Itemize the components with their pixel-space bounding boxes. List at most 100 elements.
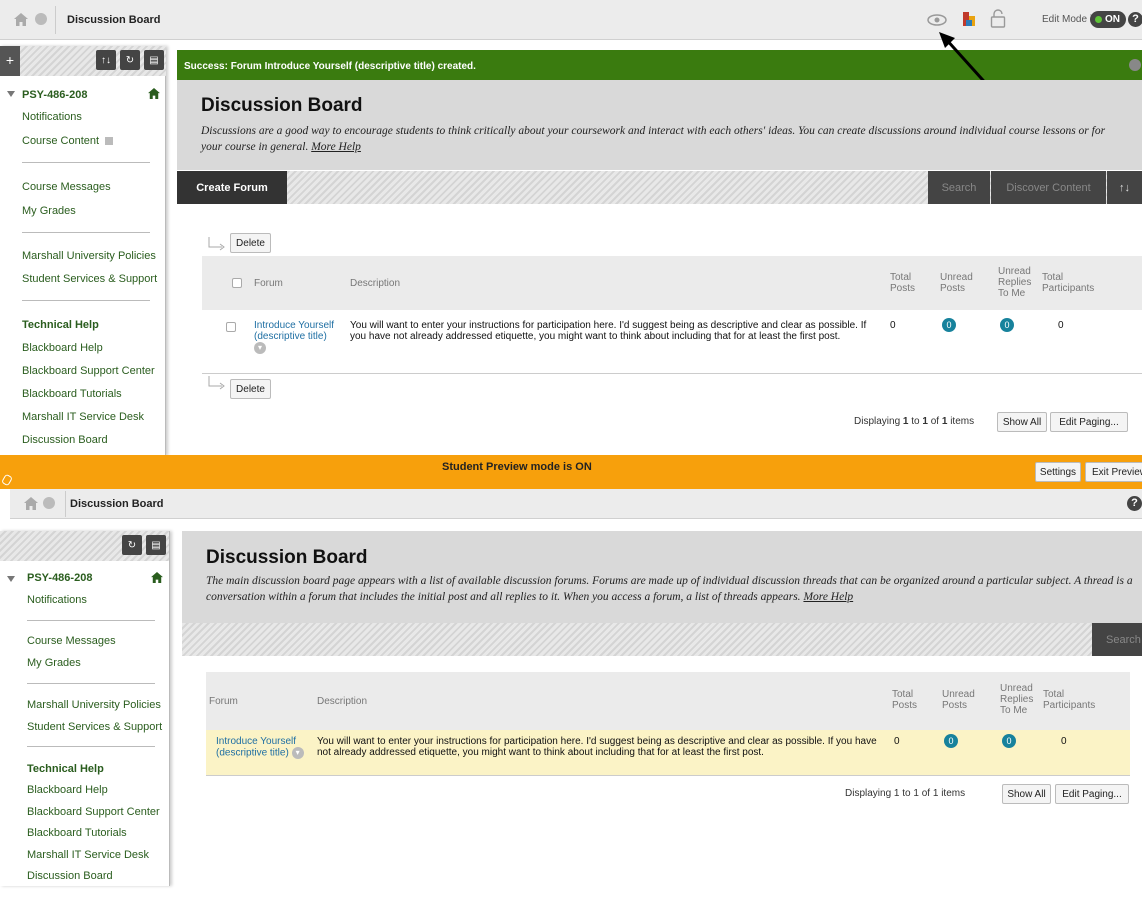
sidebar-item-notifications[interactable]: Notifications [22,111,82,123]
more-help-link[interactable]: More Help [803,591,853,603]
refresh-icon[interactable]: ↻ [122,535,142,555]
exit-preview-button[interactable]: Exit Preview [1085,462,1142,482]
sidebar-item-support-center[interactable]: Blackboard Support Center [22,365,155,377]
preview-settings-button[interactable]: Settings [1035,462,1081,482]
unread-replies-badge[interactable]: 0 [1000,318,1014,332]
sidebar-item-blackboard-help[interactable]: Blackboard Help [27,784,108,796]
content-folder-icon [105,137,114,146]
unread-replies-badge[interactable]: 0 [1002,734,1016,748]
sidebar-item-discussion-board[interactable]: Discussion Board [22,434,108,446]
row-checkbox[interactable] [226,322,236,332]
sidebar-item-tutorials[interactable]: Blackboard Tutorials [22,388,122,400]
sidebar-item-student-services[interactable]: Student Services & Support [22,273,157,285]
sidebar-item-notifications[interactable]: Notifications [27,594,87,606]
home-icon[interactable] [14,13,28,26]
paging-total: 1 [941,416,948,427]
edit-paging-button[interactable]: Edit Paging... [1050,412,1128,432]
forum-link[interactable]: Introduce Yourself (descriptive title) ▾ [216,736,311,759]
discover-content-button[interactable]: Discover Content [991,171,1106,204]
show-all-button[interactable]: Show All [997,412,1047,432]
sidebar-item-discussion-board[interactable]: Discussion Board [27,870,113,882]
help-icon[interactable]: ? [1128,12,1142,27]
sidebar-divider [27,683,155,684]
col-total-posts[interactable]: Total Posts [892,689,922,711]
sort-columns-icon[interactable]: ↑↓ [1107,171,1142,204]
sidebar-item-my-grades[interactable]: My Grades [27,657,81,669]
sidebar-item-university-policies[interactable]: Marshall University Policies [27,699,161,711]
edit-paging-button[interactable]: Edit Paging... [1055,784,1129,804]
col-description[interactable]: Description [317,696,367,707]
sidebar-item-it-service-desk[interactable]: Marshall IT Service Desk [27,849,149,861]
collapse-triangle-icon[interactable] [7,576,15,582]
paging-status: Displaying 1 to 1 of 1 items [854,416,974,427]
toggle-dot-icon [1095,16,1102,23]
col-unread-replies[interactable]: Unread Replies To Me [998,266,1034,299]
col-unread-posts[interactable]: Unread Posts [940,272,976,294]
col-unread-posts[interactable]: Unread Posts [942,689,978,711]
refresh-icon[interactable]: ↻ [120,50,140,70]
chevron-down-icon[interactable] [35,13,47,25]
course-menu-sidebar: + ↑↓ ↻ ▤ PSY-486-208 Notifications Cours… [0,46,166,456]
student-course-menu-sidebar: ↻ ▤ PSY-486-208 Notifications Course Mes… [0,531,170,886]
preview-banner-text: Student Preview mode is ON [442,461,592,473]
sidebar-item-my-grades[interactable]: My Grades [22,205,76,217]
folder-view-icon[interactable]: ▤ [144,50,164,70]
chevron-down-icon[interactable] [43,497,55,509]
col-forum[interactable]: Forum [209,696,238,707]
show-all-button[interactable]: Show All [1002,784,1051,804]
sidebar-item-course-content[interactable]: Course Content [22,135,114,147]
sidebar-item-it-service-desk[interactable]: Marshall IT Service Desk [22,411,144,423]
sidebar-item-university-policies[interactable]: Marshall University Policies [22,250,156,262]
total-participants-value: 0 [1058,320,1064,331]
edit-mode-toggle[interactable]: ON [1090,11,1126,28]
col-description[interactable]: Description [350,278,400,289]
sidebar-item-course-messages[interactable]: Course Messages [22,181,111,193]
search-button[interactable]: Search [1092,623,1142,656]
sort-icon[interactable]: ↑↓ [96,50,116,70]
col-unread-replies[interactable]: Unread Replies To Me [1000,683,1036,716]
home-icon[interactable] [24,497,38,513]
unread-posts-badge[interactable]: 0 [944,734,958,748]
select-all-checkbox[interactable] [232,278,242,288]
chevron-down-icon[interactable]: ▾ [254,342,266,354]
col-forum[interactable]: Forum [254,278,283,289]
course-home-icon[interactable] [148,88,160,102]
paging-suffix: items [950,416,975,427]
student-preview-icon[interactable] [926,12,948,28]
sidebar-divider [22,162,150,163]
paging-to-word: to [902,788,911,799]
col-total-posts[interactable]: Total Posts [890,272,920,294]
more-help-link[interactable]: More Help [311,141,361,153]
description-text: The main discussion board page appears w… [206,575,1133,603]
folder-view-icon[interactable]: ▤ [146,535,166,555]
create-forum-button[interactable]: Create Forum [177,171,287,204]
sidebar-item-course-messages[interactable]: Course Messages [27,635,116,647]
sidebar-item-tutorials[interactable]: Blackboard Tutorials [27,827,127,839]
sidebar-item-student-services[interactable]: Student Services & Support [27,721,162,733]
unread-posts-badge[interactable]: 0 [942,318,956,332]
col-total-participants[interactable]: Total Participants [1042,272,1104,294]
sidebar-item-support-center[interactable]: Blackboard Support Center [27,806,160,818]
success-message: Success: Forum Introduce Yourself (descr… [177,50,1142,80]
close-message-icon[interactable] [1129,59,1141,71]
forum-link[interactable]: Introduce Yourself (descriptive title) ▾ [254,320,344,354]
breadcrumb-current: Discussion Board [70,498,164,510]
help-icon[interactable]: ? [1127,496,1142,511]
delete-button-bottom[interactable]: Delete [230,379,271,399]
collapse-triangle-icon[interactable] [7,91,15,97]
course-home-icon[interactable] [151,572,163,586]
sidebar-item-blackboard-help[interactable]: Blackboard Help [22,342,103,354]
paging-of-word: of [921,788,931,799]
add-menu-item-icon[interactable]: + [0,46,20,76]
lock-icon[interactable] [990,9,1006,28]
search-button[interactable]: Search [928,171,990,204]
course-title[interactable]: PSY-486-208 [27,572,92,584]
preview-link-icon [1,473,13,487]
delete-button-top[interactable]: Delete [230,233,271,253]
chevron-down-icon[interactable]: ▾ [291,747,304,759]
forum-name: Introduce Yourself (descriptive title) [216,736,297,759]
page-title: Discussion Board [201,95,363,116]
content-market-icon[interactable] [963,12,975,26]
col-total-participants[interactable]: Total Participants [1043,689,1105,711]
course-title[interactable]: PSY-486-208 [22,89,87,101]
